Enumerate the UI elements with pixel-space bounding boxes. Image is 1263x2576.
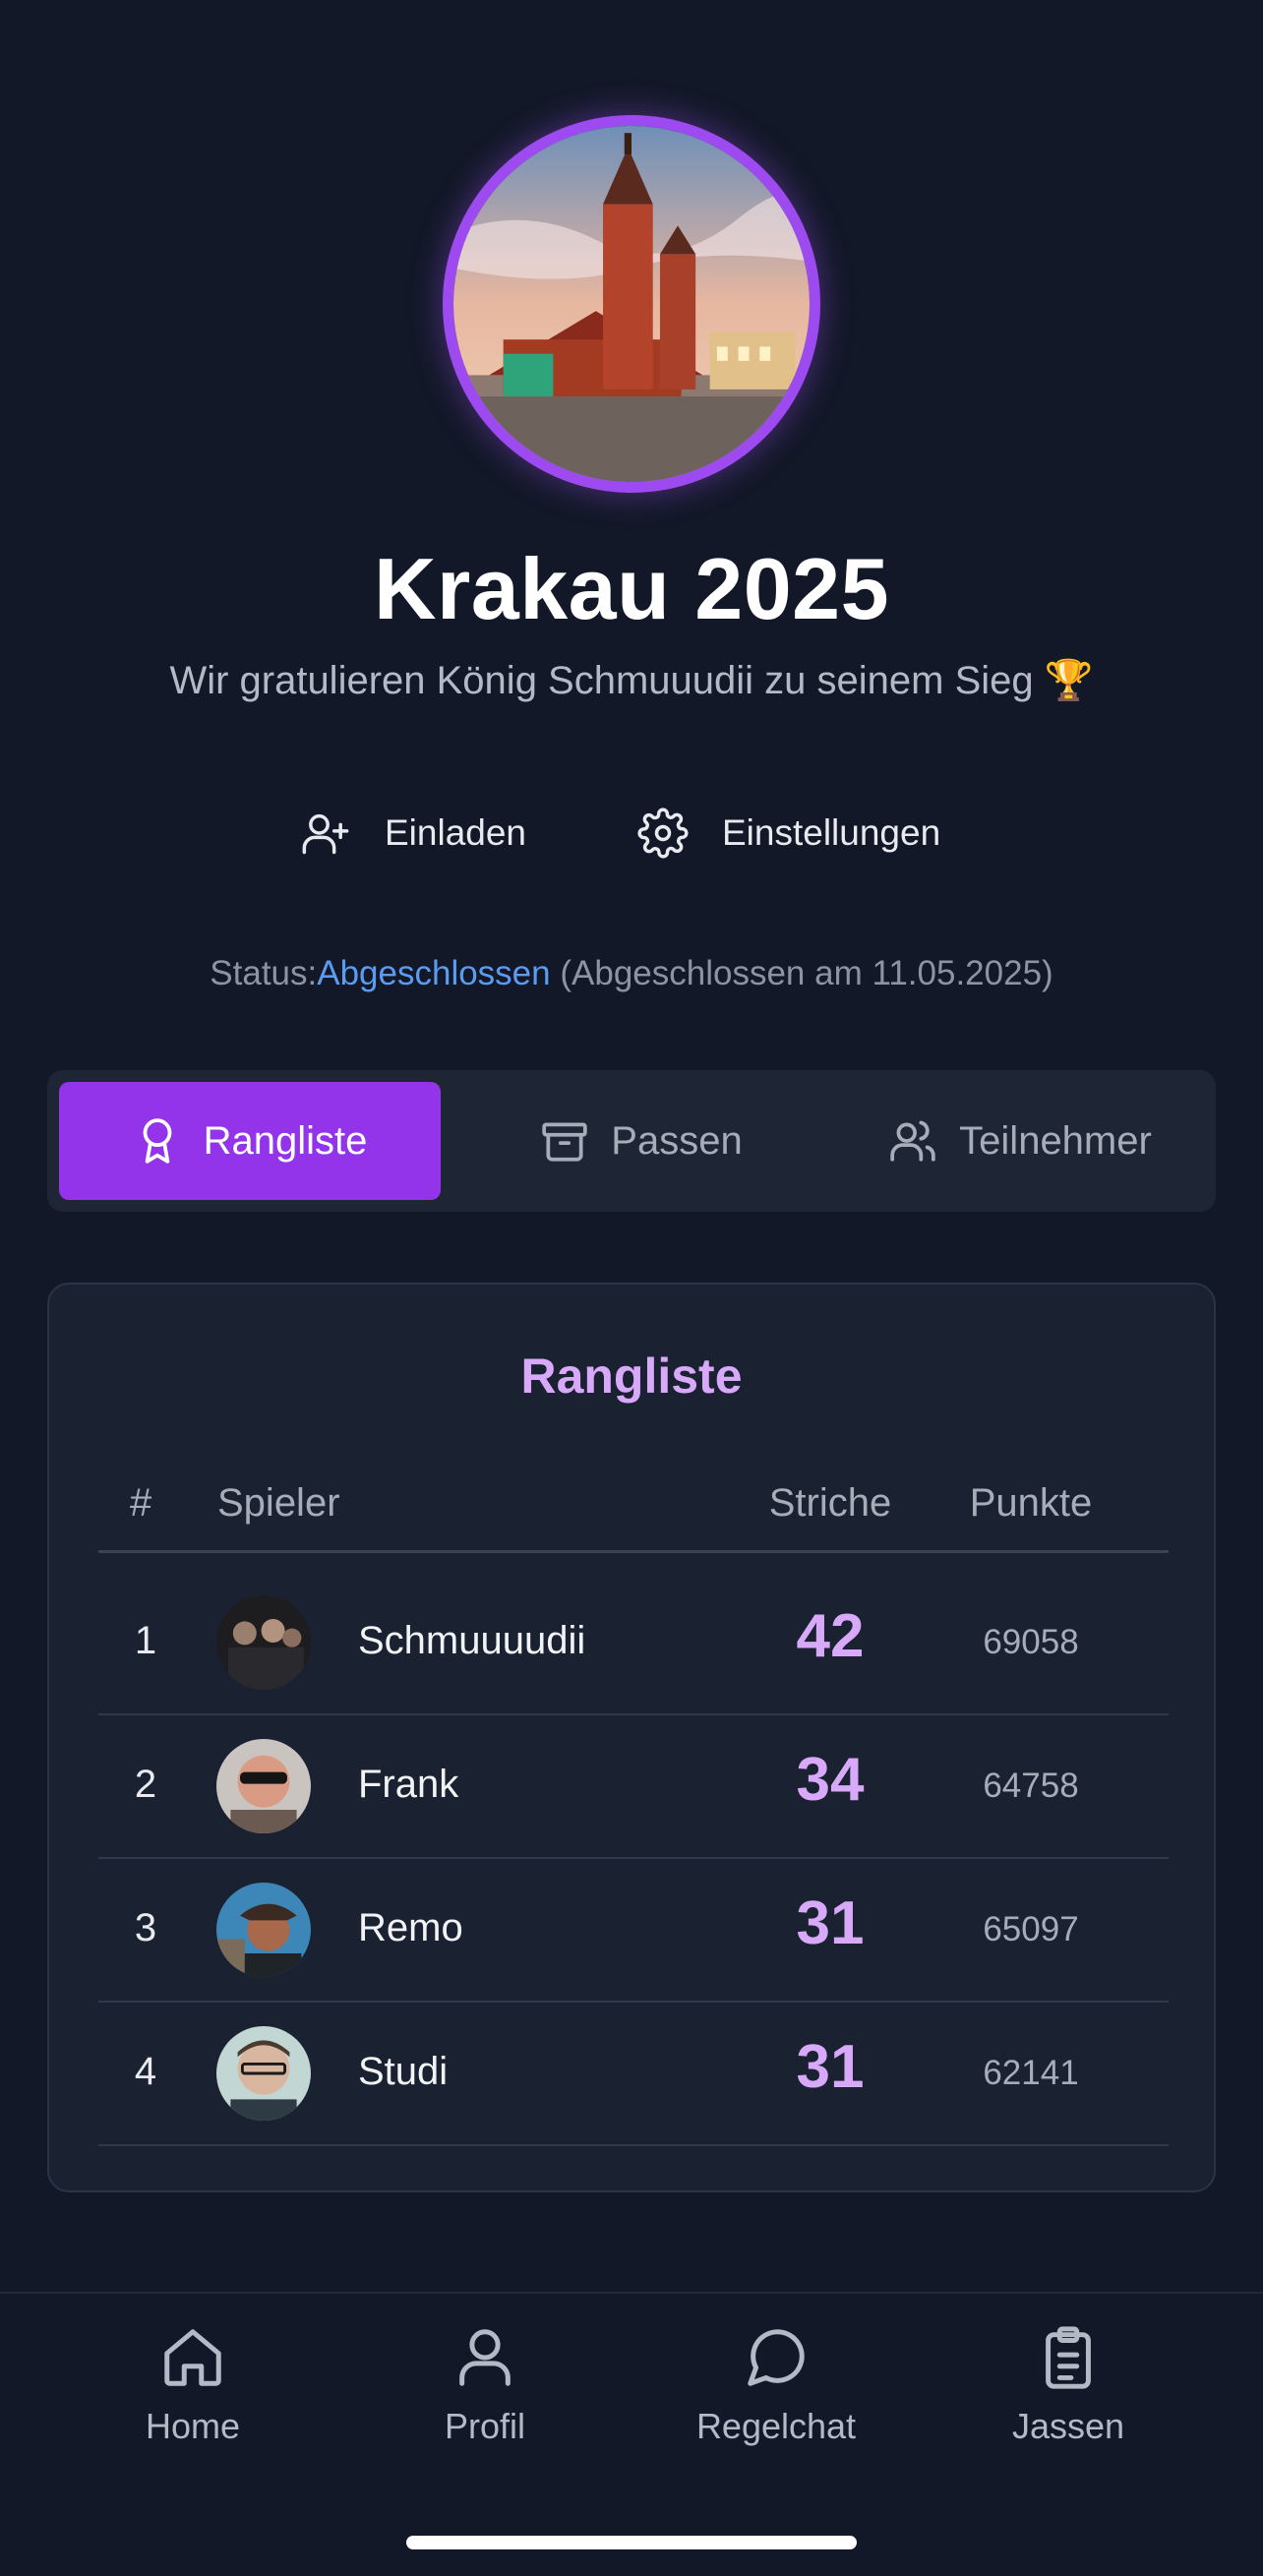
points-value: 65097 bbox=[983, 1910, 1079, 1948]
avatar bbox=[216, 1883, 311, 1977]
player-name: Studi bbox=[358, 2050, 449, 2093]
ranking-card: Rangliste # Spieler Striche Punkte 1 Sch… bbox=[47, 1283, 1216, 2192]
tab-bar: Rangliste Passen Teilnehmer bbox=[47, 1070, 1216, 1212]
ranking-title: Rangliste bbox=[520, 1348, 743, 1404]
points-value: 62141 bbox=[983, 2054, 1079, 2092]
header-player: Spieler bbox=[217, 1481, 340, 1525]
player-name: Frank bbox=[358, 1763, 459, 1806]
status-detail: (Abgeschlossen am 11.05.2025) bbox=[560, 954, 1053, 992]
bottom-nav: Home Profil Regelchat Jassen bbox=[0, 2292, 1263, 2576]
header-rank: # bbox=[130, 1481, 152, 1525]
archive-icon bbox=[542, 1122, 587, 1162]
user-plus-icon bbox=[302, 813, 349, 855]
award-icon bbox=[143, 1118, 171, 1164]
invite-label: Einladen bbox=[385, 812, 527, 853]
avatar bbox=[216, 2026, 311, 2121]
tab-rangliste[interactable]: Rangliste bbox=[59, 1082, 441, 1200]
nav-label: Jassen bbox=[1011, 2406, 1125, 2446]
player-name: Remo bbox=[358, 1906, 463, 1949]
nav-label: Profil bbox=[444, 2406, 526, 2446]
nav-jassen[interactable]: Jassen bbox=[923, 2323, 1214, 2447]
tab-label: Rangliste bbox=[203, 1118, 368, 1163]
avatar bbox=[216, 1595, 311, 1690]
table-row[interactable]: 4 Studi 31 62141 bbox=[98, 2003, 1169, 2146]
rank-cell: 2 bbox=[134, 1763, 157, 1806]
user-icon bbox=[459, 2329, 511, 2386]
rank-cell: 1 bbox=[134, 1619, 157, 1662]
rank-cell: 3 bbox=[134, 1906, 157, 1949]
avatar bbox=[216, 1739, 311, 1833]
group-avatar[interactable] bbox=[443, 115, 820, 493]
settings-button[interactable]: Einstellungen bbox=[637, 799, 940, 868]
rank-cell: 4 bbox=[134, 2050, 157, 2093]
table-row[interactable]: 3 Remo 31 65097 bbox=[98, 1859, 1169, 2003]
player-name: Schmuuuudii bbox=[358, 1619, 586, 1662]
status-value[interactable]: Abgeschlossen bbox=[317, 954, 550, 992]
points-value: 64758 bbox=[983, 1767, 1079, 1805]
nav-home[interactable]: Home bbox=[47, 2323, 338, 2447]
status-line: Status:Abgeschlossen (Abgeschlossen am 1… bbox=[0, 954, 1263, 993]
tab-label: Passen bbox=[611, 1118, 743, 1163]
status-label: Status: bbox=[210, 954, 318, 992]
strokes-value: 31 bbox=[796, 2033, 865, 2101]
invite-button[interactable]: Einladen bbox=[300, 799, 526, 868]
table-row[interactable]: 1 Schmuuuudii 42 69058 bbox=[98, 1572, 1169, 1715]
clipboard-icon bbox=[1046, 2326, 1091, 2389]
tab-teilnehmer[interactable]: Teilnehmer bbox=[829, 1082, 1211, 1200]
gear-icon bbox=[637, 808, 689, 859]
tab-passen[interactable]: Passen bbox=[451, 1082, 832, 1200]
church-photo bbox=[453, 126, 810, 482]
nav-label: Home bbox=[145, 2406, 241, 2446]
nav-profil[interactable]: Profil bbox=[339, 2323, 631, 2447]
nav-label: Regelchat bbox=[695, 2406, 857, 2446]
action-bar: Einladen Einstellungen bbox=[0, 799, 1263, 868]
strokes-value: 31 bbox=[796, 1889, 865, 1957]
nav-regelchat[interactable]: Regelchat bbox=[631, 2323, 922, 2447]
page-subtitle: Wir gratulieren König Schmuuudii zu sein… bbox=[169, 659, 1094, 702]
users-icon bbox=[890, 1120, 935, 1162]
tab-label: Teilnehmer bbox=[959, 1118, 1152, 1163]
home-icon bbox=[164, 2329, 221, 2386]
page-title: Krakau 2025 bbox=[373, 540, 890, 637]
header-strokes[interactable]: Striche bbox=[752, 1481, 908, 1526]
table-header: # Spieler Striche Punkte bbox=[98, 1481, 1169, 1553]
settings-label: Einstellungen bbox=[722, 812, 941, 853]
points-value: 69058 bbox=[983, 1623, 1079, 1661]
chat-icon bbox=[748, 2329, 805, 2386]
table-row[interactable]: 2 Frank 34 64758 bbox=[98, 1715, 1169, 1859]
strokes-value: 34 bbox=[796, 1746, 865, 1814]
home-indicator[interactable] bbox=[406, 2536, 857, 2549]
strokes-value: 42 bbox=[796, 1602, 865, 1670]
header-points[interactable]: Punkte bbox=[932, 1481, 1129, 1526]
